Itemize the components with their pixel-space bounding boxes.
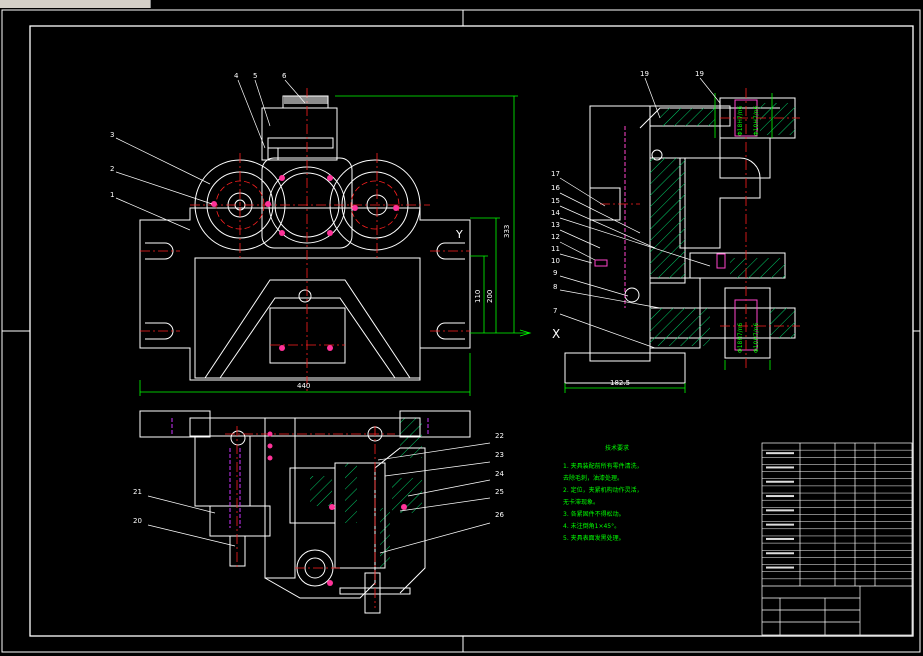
balloon-bottom-22: 22 — [495, 432, 504, 440]
dim-side-width: 182.5 — [610, 379, 630, 387]
balloon-side-9: 9 — [553, 269, 557, 277]
balloon-bottom-20: 20 — [133, 517, 142, 525]
balloon-side-7: 7 — [553, 307, 557, 315]
dim-h2: 110 — [474, 290, 482, 303]
balloon-side-12: 12 — [551, 233, 560, 241]
dim-height-total: 333 — [503, 225, 511, 238]
balloon-side-15: 15 — [551, 197, 560, 205]
y-section-mark: Y — [455, 228, 463, 241]
balloon-bottom-25: 25 — [495, 488, 504, 496]
balloon-side-11: 11 — [551, 245, 560, 253]
balloon-front-5: 5 — [253, 72, 257, 80]
balloon-bottom-23: 23 — [495, 451, 504, 459]
balloon-bottom-26: 26 — [495, 511, 504, 519]
balloon-side-10: 10 — [551, 257, 560, 265]
annotation-layer: 4 5 6 3 2 1 440 333 200 110 Y 19 19 17 1… — [110, 70, 704, 525]
balloon-side-19a: 19 — [640, 70, 649, 78]
balloon-front-3: 3 — [110, 131, 114, 139]
dim-h1: 200 — [486, 290, 494, 303]
balloon-front-2: 2 — [110, 165, 114, 173]
balloon-side-16: 16 — [551, 184, 560, 192]
balloon-side-19b: 19 — [695, 70, 704, 78]
balloon-side-14: 14 — [551, 209, 560, 217]
balloon-front-4: 4 — [234, 72, 239, 80]
x-section-mark: X — [552, 327, 560, 341]
balloon-front-1: 1 — [110, 191, 114, 199]
window-titlebar-fragment — [0, 0, 151, 8]
balloon-side-8: 8 — [553, 283, 557, 291]
balloon-side-13: 13 — [551, 221, 560, 229]
balloon-front-6: 6 — [282, 72, 287, 80]
balloon-bottom-24: 24 — [495, 470, 504, 478]
dim-width: 440 — [297, 382, 310, 390]
balloon-bottom-21: 21 — [133, 488, 142, 496]
balloon-side-17: 17 — [551, 170, 560, 178]
